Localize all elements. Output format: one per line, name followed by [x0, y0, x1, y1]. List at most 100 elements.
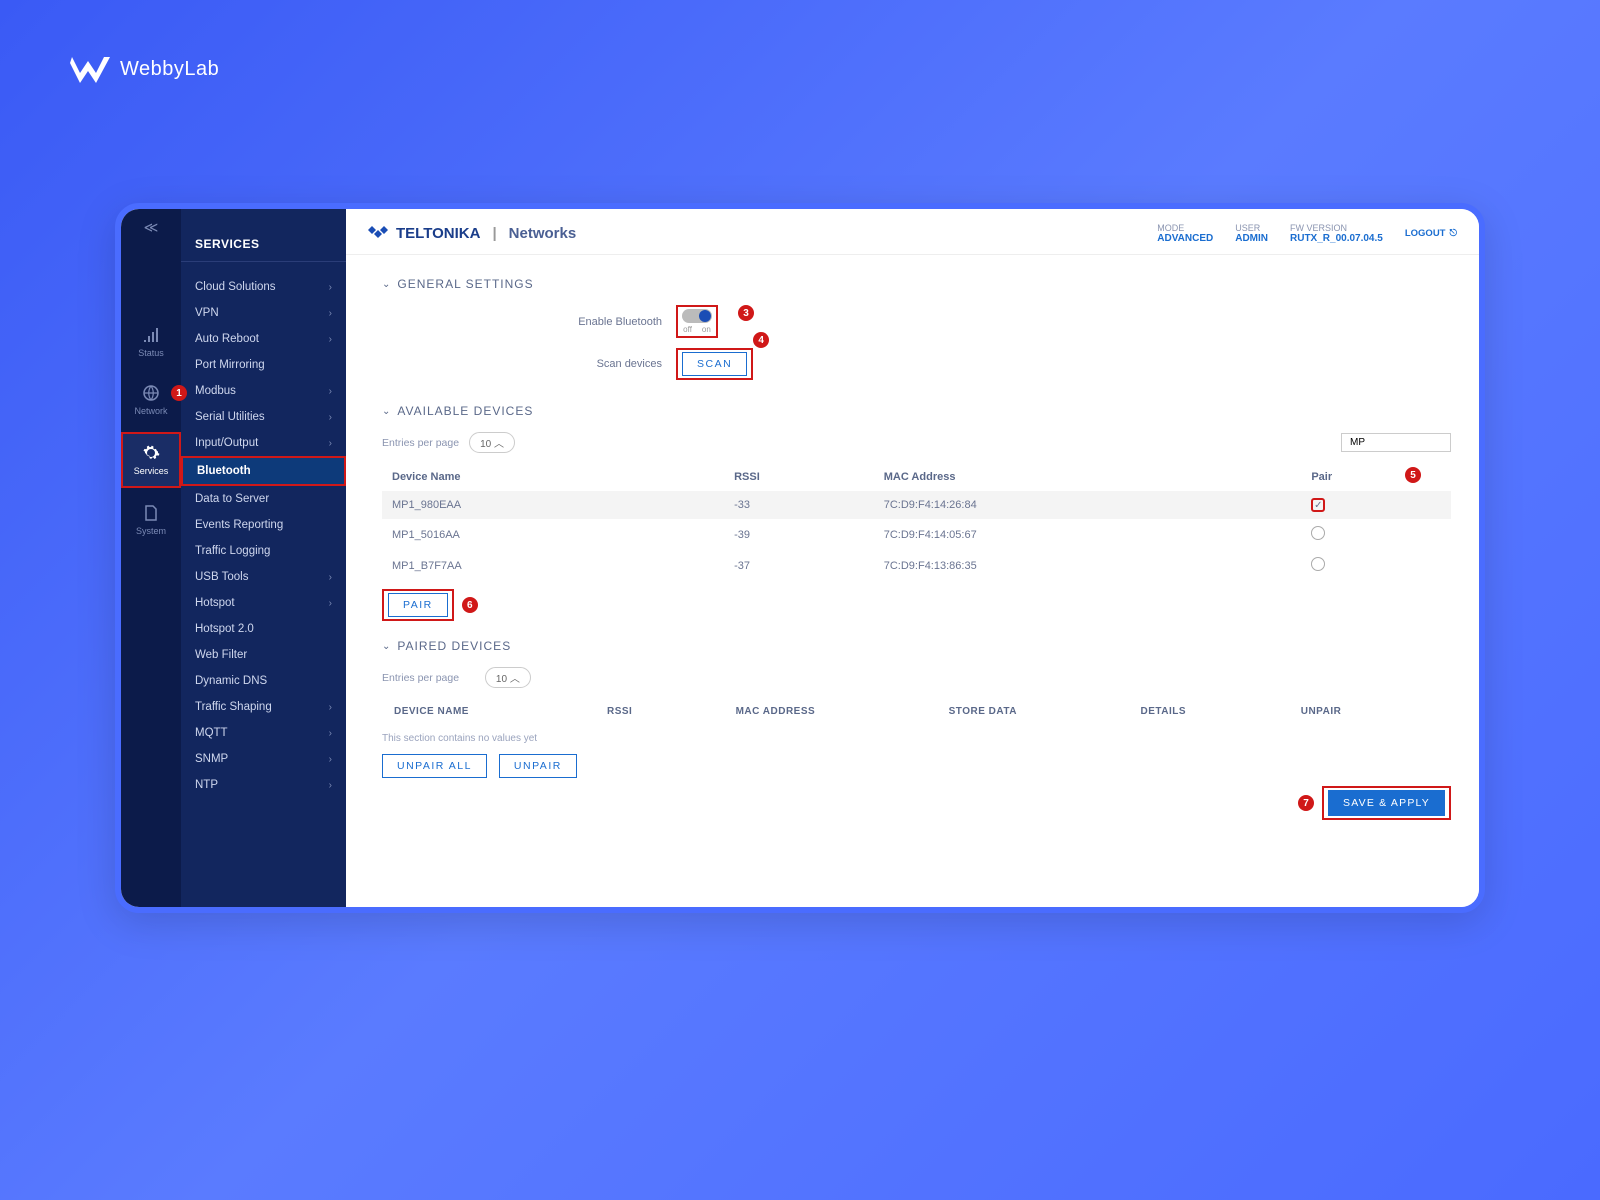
- chevron-up-icon: ︿: [510, 674, 520, 685]
- sidebar-item-modbus[interactable]: 1Modbus ›: [181, 378, 346, 404]
- col-pair: Pair5: [1301, 463, 1451, 491]
- save-highlight: SAVE & APPLY: [1322, 786, 1451, 820]
- table-row[interactable]: MP1_B7F7AA -37 7C:D9:F4:13:86:35: [382, 550, 1451, 581]
- scan-devices-label: Scan devices: [382, 358, 662, 370]
- sidebar-item-hotspot2[interactable]: Hotspot 2.0: [181, 616, 346, 642]
- chevron-right-icon: ›: [329, 308, 332, 319]
- table-row[interactable]: MP1_5016AA -39 7C:D9:F4:14:05:67: [382, 519, 1451, 550]
- chevron-right-icon: ›: [329, 386, 332, 397]
- sidebar-item-io[interactable]: Input/Output › 2: [181, 430, 346, 456]
- main: TELTONIKA | Networks MODEADVANCED USERAD…: [346, 209, 1479, 907]
- chevron-down-icon: ⌄: [382, 406, 391, 417]
- annotation-7: 7: [1298, 795, 1314, 811]
- annotation-5: 5: [1405, 467, 1421, 483]
- chevron-up-icon: ︿: [494, 439, 504, 450]
- sidebar-item-data[interactable]: Data to Server: [181, 486, 346, 512]
- general-settings-header[interactable]: ⌄GENERAL SETTINGS: [382, 277, 1451, 291]
- sidebar: SERVICES Cloud Solutions› VPN› Auto Rebo…: [181, 209, 346, 907]
- fw-indicator: FW VERSIONRUTX_R_00.07.04.5: [1290, 223, 1383, 244]
- rail-status[interactable]: Status: [121, 316, 181, 368]
- sidebar-item-portmirror[interactable]: Port Mirroring: [181, 352, 346, 378]
- chevron-down-icon: ⌄: [382, 279, 391, 290]
- available-devices-table: Device Name RSSI MAC Address Pair5 MP1_9…: [382, 463, 1451, 581]
- save-apply-button[interactable]: SAVE & APPLY: [1328, 790, 1445, 816]
- enable-bluetooth-highlight: offon: [676, 305, 718, 338]
- annotation-6: 6: [462, 597, 478, 613]
- unpair-button[interactable]: UNPAIR: [499, 754, 577, 778]
- scan-highlight: SCAN: [676, 348, 753, 380]
- brand-text: WebbyLab: [120, 58, 219, 81]
- pair-checkbox[interactable]: ✓: [1311, 498, 1325, 512]
- sidebar-item-traffic[interactable]: Traffic Logging: [181, 538, 346, 564]
- globe-icon: [142, 384, 160, 402]
- chevron-right-icon: ›: [329, 780, 332, 791]
- sidebar-item-events[interactable]: Events Reporting: [181, 512, 346, 538]
- pair-checkbox[interactable]: [1311, 526, 1325, 540]
- entries-select[interactable]: 10 ︿: [485, 667, 531, 688]
- filter-input[interactable]: [1341, 433, 1451, 452]
- mode-indicator[interactable]: MODEADVANCED: [1157, 223, 1213, 244]
- col-device-name: Device Name: [382, 463, 724, 491]
- pair-highlight: PAIR: [382, 589, 454, 621]
- sidebar-item-shaping[interactable]: Traffic Shaping›: [181, 694, 346, 720]
- sidebar-item-ddns[interactable]: Dynamic DNS: [181, 668, 346, 694]
- nav-rail: ≪ Status Network Services System: [121, 209, 181, 907]
- chevron-right-icon: ›: [329, 572, 332, 583]
- sidebar-item-snmp[interactable]: SNMP›: [181, 746, 346, 772]
- webbylab-logo-icon: [70, 55, 110, 83]
- signal-icon: [142, 326, 160, 344]
- chevron-right-icon: ›: [329, 754, 332, 765]
- app-frame: ≪ Status Network Services System SERVICE…: [115, 203, 1485, 913]
- scan-button[interactable]: SCAN: [682, 352, 747, 376]
- paired-empty-text: This section contains no values yet: [382, 733, 1451, 744]
- chevron-right-icon: ›: [329, 438, 332, 449]
- chevron-right-icon: ›: [329, 728, 332, 739]
- topbar-meta: MODEADVANCED USERADMIN FW VERSIONRUTX_R_…: [1157, 223, 1457, 244]
- rail-system[interactable]: System: [121, 494, 181, 546]
- logout-link[interactable]: LOGOUT⎋: [1405, 223, 1457, 244]
- gear-icon: [142, 444, 160, 462]
- pair-button[interactable]: PAIR: [388, 593, 448, 617]
- brand-logo: TELTONIKA | Networks: [368, 225, 576, 242]
- sidebar-item-usb[interactable]: USB Tools›: [181, 564, 346, 590]
- sidebar-item-cloud[interactable]: Cloud Solutions›: [181, 274, 346, 300]
- entries-select[interactable]: 10 ︿: [469, 432, 515, 453]
- entries-label: Entries per page: [382, 672, 459, 684]
- sidebar-item-webfilter[interactable]: Web Filter: [181, 642, 346, 668]
- rail-network[interactable]: Network: [121, 374, 181, 426]
- sidebar-title: SERVICES: [181, 237, 346, 262]
- sidebar-item-mqtt[interactable]: MQTT›: [181, 720, 346, 746]
- sidebar-item-vpn[interactable]: VPN›: [181, 300, 346, 326]
- collapse-toggle[interactable]: ≪: [144, 219, 159, 236]
- available-devices-header[interactable]: ⌄AVAILABLE DEVICES: [382, 404, 1451, 418]
- enable-bluetooth-toggle[interactable]: [682, 309, 712, 323]
- sidebar-item-hotspot[interactable]: Hotspot›: [181, 590, 346, 616]
- col-mac: MAC Address: [874, 463, 1302, 491]
- document-icon: [142, 504, 160, 522]
- rail-services[interactable]: Services: [121, 432, 181, 488]
- pair-checkbox[interactable]: [1311, 557, 1325, 571]
- enable-bluetooth-label: Enable Bluetooth: [382, 316, 662, 328]
- topbar: TELTONIKA | Networks MODEADVANCED USERAD…: [346, 209, 1479, 255]
- unpair-all-button[interactable]: UNPAIR ALL: [382, 754, 487, 778]
- teltonika-logo-icon: [368, 226, 388, 242]
- paired-devices-table: DEVICE NAME RSSI MAC ADDRESS STORE DATA …: [382, 698, 1451, 725]
- chevron-right-icon: ›: [329, 598, 332, 609]
- sidebar-item-ntp[interactable]: NTP›: [181, 772, 346, 798]
- chevron-down-icon: ⌄: [382, 641, 391, 652]
- annotation-3: 3: [738, 305, 754, 321]
- chevron-right-icon: ›: [329, 412, 332, 423]
- annotation-4: 4: [753, 332, 769, 348]
- user-indicator: USERADMIN: [1235, 223, 1268, 244]
- chevron-right-icon: ›: [329, 334, 332, 345]
- table-row[interactable]: MP1_980EAA -33 7C:D9:F4:14:26:84 ✓: [382, 491, 1451, 519]
- chevron-right-icon: ›: [329, 282, 332, 293]
- paired-devices-header[interactable]: ⌄PAIRED DEVICES: [382, 639, 1451, 653]
- outer-brand: WebbyLab: [0, 0, 1600, 83]
- sidebar-item-bluetooth[interactable]: Bluetooth: [181, 456, 346, 486]
- sidebar-item-serial[interactable]: Serial Utilities›: [181, 404, 346, 430]
- logout-icon: ⎋: [1449, 228, 1457, 239]
- sidebar-item-autoreboot[interactable]: Auto Reboot›: [181, 326, 346, 352]
- chevron-right-icon: ›: [329, 702, 332, 713]
- entries-label: Entries per page: [382, 437, 459, 449]
